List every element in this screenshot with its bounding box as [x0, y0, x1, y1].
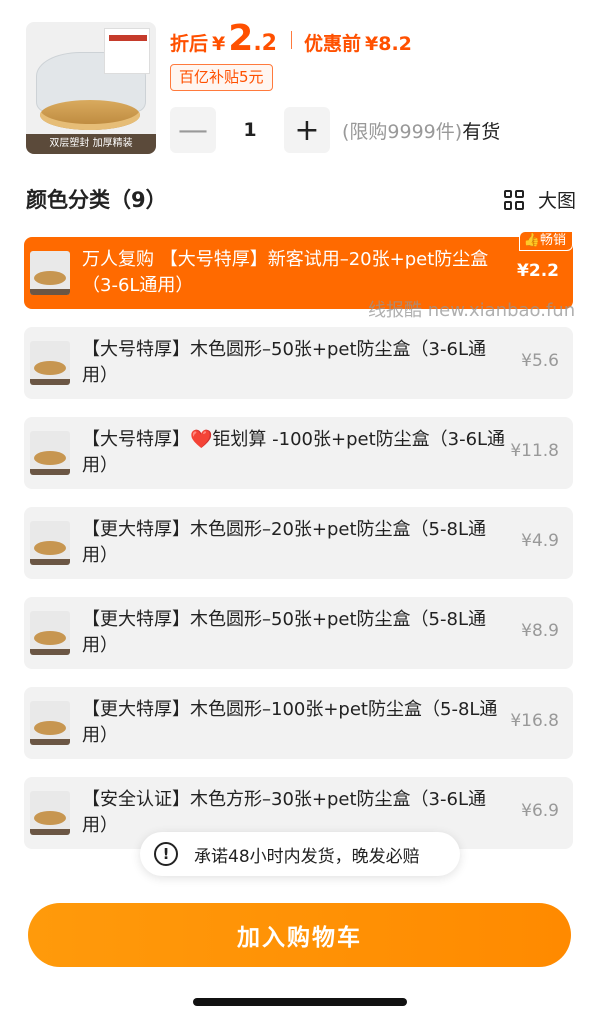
- big-view-label: 大图: [537, 190, 576, 212]
- option-label: 【更大特厚】木色圆形–100张+pet防尘盒（5-8L通用）: [82, 699, 498, 746]
- option-list: 万人复购 【大号特厚】新客试用–20张+pet防尘盒（3-6L通用） ¥2.2 …: [24, 231, 573, 867]
- option-price: ¥4.9: [521, 531, 559, 551]
- product-header: 双层塑封 加厚精装 折后 ¥ 2 .2 优惠前 ¥8.2 百亿补贴5元 — 1 …: [0, 0, 600, 170]
- product-thumbnail[interactable]: 双层塑封 加厚精装: [26, 22, 156, 154]
- stock-status: 有货: [462, 120, 501, 143]
- price-row: 折后 ¥ 2 .2 优惠前 ¥8.2: [170, 18, 412, 62]
- option-thumbnail: [30, 341, 70, 385]
- add-to-cart-button[interactable]: 加入购物车: [28, 903, 571, 967]
- thumbs-up-icon: 👍: [523, 233, 540, 248]
- original-price: ¥8.2: [365, 33, 412, 55]
- quantity-value[interactable]: 1: [216, 119, 284, 141]
- currency-symbol: ¥: [212, 33, 226, 55]
- option-thumbnail: [30, 251, 70, 295]
- info-icon: !: [154, 842, 178, 866]
- product-paper-shape: [40, 100, 140, 130]
- option-label: 【大号特厚】❤️钜划算 -100张+pet防尘盒（3-6L通用）: [82, 427, 512, 479]
- section-title: 颜色分类（9）: [26, 188, 167, 212]
- option-label: 【大号特厚】木色圆形–50张+pet防尘盒（3-6L通用）: [82, 339, 486, 386]
- price-integer: 2: [228, 18, 254, 59]
- option-price: ¥8.9: [521, 621, 559, 641]
- option-price: ¥5.6: [521, 351, 559, 371]
- thumbnail-caption: 双层塑封 加厚精装: [26, 134, 156, 154]
- option-item[interactable]: 【更大特厚】木色圆形–20张+pet防尘盒（5-8L通用） ¥4.9: [24, 507, 573, 579]
- badge-label: 畅销: [539, 233, 566, 248]
- delivery-promise-toast: ! 承诺48小时内发货，晚发必赔: [140, 832, 460, 876]
- option-price: ¥2.2: [517, 261, 559, 281]
- original-price-label: 优惠前: [303, 33, 361, 55]
- price-divider: [290, 31, 292, 49]
- option-price: ¥11.8: [510, 441, 559, 461]
- option-thumbnail: [30, 701, 70, 745]
- promise-text: 承诺48小时内发货，晚发必赔: [194, 846, 420, 867]
- discount-price-label: 折后: [170, 33, 209, 55]
- option-label: 万人复购 【大号特厚】新客试用–20张+pet防尘盒（3-6L通用）: [82, 249, 489, 296]
- option-item[interactable]: 【大号特厚】❤️钜划算 -100张+pet防尘盒（3-6L通用） ¥11.8: [24, 417, 573, 489]
- option-thumbnail: [30, 431, 70, 475]
- option-thumbnail: [30, 611, 70, 655]
- option-label-prefix: 【大号特厚】: [82, 429, 190, 450]
- decrease-button[interactable]: —: [170, 107, 216, 153]
- product-card-shape: [104, 28, 150, 74]
- subsidy-badge: 百亿补贴5元: [170, 64, 273, 91]
- home-indicator[interactable]: [193, 998, 407, 1006]
- price-decimal: .2: [253, 31, 277, 56]
- quantity-stepper: — 1 + (限购9999件) 有货: [170, 107, 500, 153]
- option-thumbnail: [30, 791, 70, 835]
- purchase-limit: (限购9999件): [342, 120, 463, 143]
- option-thumbnail: [30, 521, 70, 565]
- option-price: ¥16.8: [510, 711, 559, 731]
- grid-icon: [503, 189, 524, 210]
- heart-icon: ❤️: [190, 429, 213, 450]
- option-item[interactable]: 【更大特厚】木色圆形–50张+pet防尘盒（5-8L通用） ¥8.9: [24, 597, 573, 669]
- option-item[interactable]: 【大号特厚】木色圆形–50张+pet防尘盒（3-6L通用） ¥5.6: [24, 327, 573, 399]
- watermark: 线报酷 new.xianbao.fun: [368, 300, 576, 321]
- option-label: 【更大特厚】木色圆形–50张+pet防尘盒（5-8L通用）: [82, 609, 486, 656]
- bestseller-badge: 👍 畅销: [518, 231, 573, 251]
- increase-button[interactable]: +: [284, 107, 330, 153]
- option-item[interactable]: 【更大特厚】木色圆形–100张+pet防尘盒（5-8L通用） ¥16.8: [24, 687, 573, 759]
- option-label: 【更大特厚】木色圆形–20张+pet防尘盒（5-8L通用）: [82, 519, 486, 566]
- big-view-toggle[interactable]: 大图: [503, 186, 576, 213]
- option-price: ¥6.9: [521, 801, 559, 821]
